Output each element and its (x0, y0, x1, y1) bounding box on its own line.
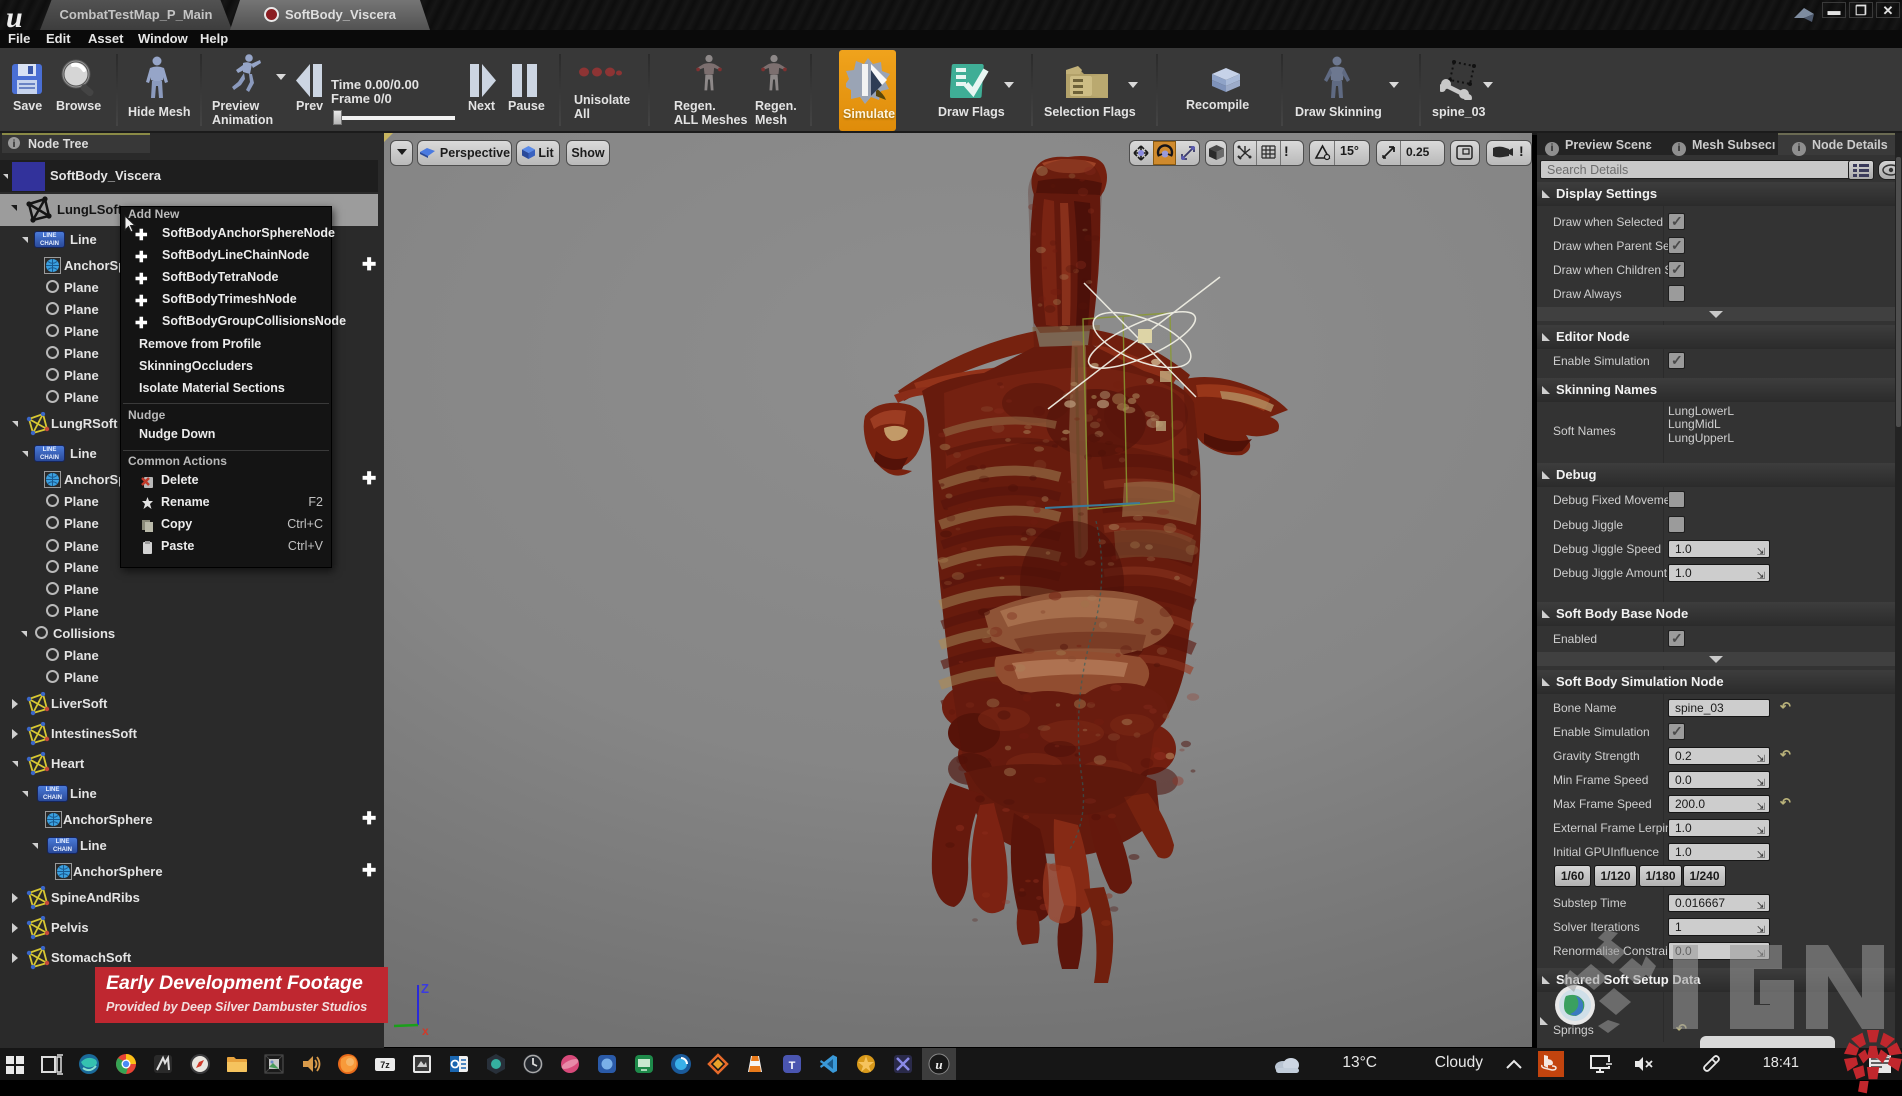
svg-text:i: i (13, 139, 16, 150)
svg-text:Z: Z (421, 981, 429, 996)
svg-text:T: T (789, 1060, 796, 1072)
svg-text:x: x (422, 1024, 429, 1037)
svg-text:u: u (935, 1057, 942, 1072)
svg-text:7z: 7z (380, 1060, 390, 1070)
